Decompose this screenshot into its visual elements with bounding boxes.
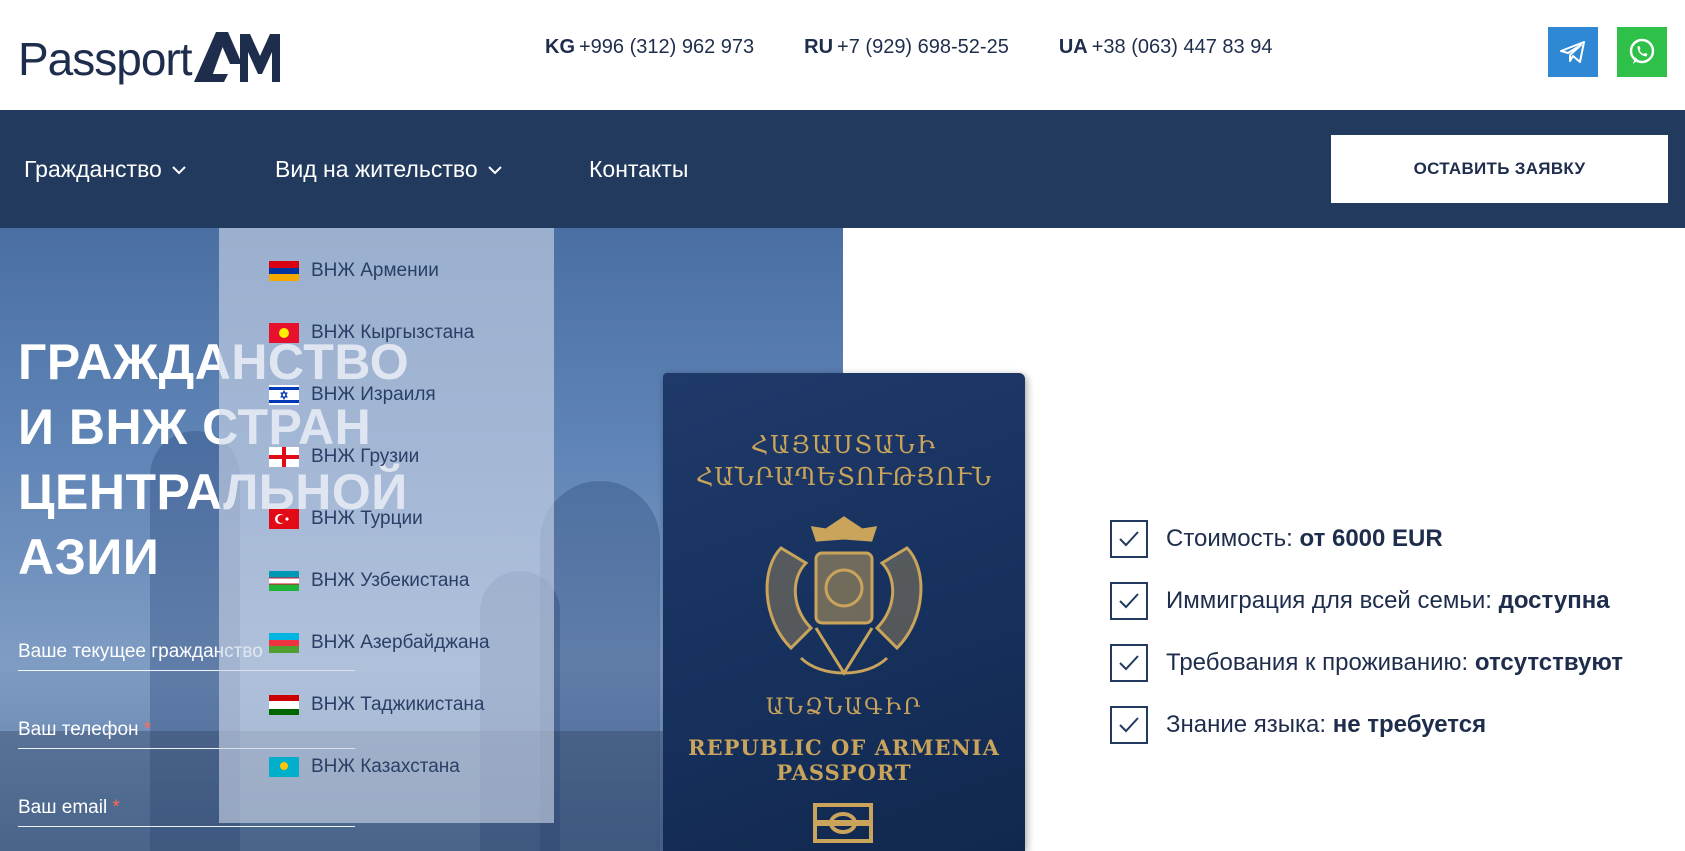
coat-of-arms-icon <box>765 516 923 676</box>
nav-item-label: Вид на жительство <box>275 156 478 182</box>
whatsapp-button[interactable] <box>1617 27 1667 77</box>
feature-value: от 6000 EUR <box>1299 525 1443 552</box>
phone-country-code: RU <box>804 36 834 58</box>
feature-label: Стоимость: <box>1166 525 1293 552</box>
check-icon <box>1110 520 1148 558</box>
logo-mark-icon <box>193 32 280 82</box>
dropdown-item-turkey[interactable]: ВНЖ Турции <box>269 508 423 530</box>
phone-country-code: KG <box>545 36 575 58</box>
dropdown-item-label: ВНЖ Армении <box>311 260 439 281</box>
passport-english-line: PASSPORT <box>776 760 912 785</box>
dropdown-item-label: ВНЖ Турции <box>311 508 423 529</box>
passport-armenian-line: ԱՆՁՆԱԳԻՐ <box>765 695 923 720</box>
required-mark: * <box>143 719 152 740</box>
feature-item-residence: Требования к проживанию: отсутствуют <box>1110 644 1623 682</box>
site-logo[interactable]: Passport <box>18 22 280 82</box>
biometric-chip-icon <box>813 803 873 843</box>
feature-label: Требования к проживанию: <box>1166 649 1469 676</box>
dropdown-item-label: ВНЖ Казахстана <box>311 756 460 777</box>
email-label: Ваш email <box>18 797 108 818</box>
dropdown-item-label: ВНЖ Таджикистана <box>311 694 485 715</box>
feature-label: Знание языка: <box>1166 711 1327 738</box>
dropdown-item-label: ВНЖ Кыргызстана <box>311 322 475 343</box>
passport-armenian-line: ՀԱՆՐԱՊԵՏՈՒԹՅՈՒՆ <box>695 463 992 491</box>
feature-item-family: Иммиграция для всей семьи: доступна <box>1110 582 1610 620</box>
phone-list: KG +996 (312) 962 973 RU +7 (929) 698-52-2… <box>545 36 1272 59</box>
feature-item-cost: Стоимость: от 6000 EUR <box>1110 520 1443 558</box>
azerbaijan-flag-icon <box>269 633 299 653</box>
phone-label: Ваш телефон <box>18 719 139 740</box>
passport-armenian-line: ՀԱՅԱՍՏԱՆԻ <box>750 431 938 459</box>
israel-flag-icon <box>269 385 299 405</box>
telegram-button[interactable] <box>1548 27 1598 77</box>
required-mark: * <box>112 797 120 818</box>
site-header: Passport KG +996 (312) 962 973 RU +7 (929)… <box>0 0 1685 110</box>
dropdown-item-israel[interactable]: ВНЖ Израиля <box>269 384 436 406</box>
chevron-down-icon <box>487 165 502 174</box>
whatsapp-icon <box>1629 38 1655 64</box>
dropdown-item-label: ВНЖ Израиля <box>311 384 436 405</box>
dropdown-item-kazakhstan[interactable]: ВНЖ Казахстана <box>269 756 460 778</box>
nav-item-label: Контакты <box>589 156 689 182</box>
submit-request-button[interactable]: ОСТАВИТЬ ЗАЯВКУ <box>1331 135 1668 203</box>
dropdown-item-label: ВНЖ Узбекистана <box>311 570 470 591</box>
phone-number: +38 (063) 447 83 94 <box>1091 36 1273 58</box>
georgia-flag-icon <box>269 447 299 467</box>
kyrgyzstan-flag-icon <box>269 323 299 343</box>
kazakhstan-flag-icon <box>269 757 299 777</box>
phone-country-code: UA <box>1058 36 1088 58</box>
phone-ru[interactable]: RU +7 (929) 698-52-25 <box>804 36 1009 59</box>
feature-label: Иммиграция для всей семьи: <box>1166 587 1492 614</box>
check-icon <box>1110 582 1148 620</box>
nav-item-residence[interactable]: Вид на жительство <box>275 156 504 183</box>
phone-ua[interactable]: UA +38 (063) 447 83 94 <box>1059 36 1273 59</box>
residence-dropdown-menu: ВНЖ Армении ВНЖ Кыргызстана ВНЖ Израиля … <box>219 228 554 823</box>
feature-value: не требуется <box>1332 711 1487 738</box>
dropdown-item-label: ВНЖ Грузии <box>311 446 420 467</box>
nav-item-contacts[interactable]: Контакты <box>589 156 688 183</box>
dropdown-item-armenia[interactable]: ВНЖ Армении <box>269 260 439 282</box>
nav-item-citizenship[interactable]: Гражданство <box>24 156 188 183</box>
check-icon <box>1110 706 1148 744</box>
passport-english-line: REPUBLIC OF ARMENIA <box>688 735 1000 760</box>
phone-kg[interactable]: KG +996 (312) 962 973 <box>545 36 754 59</box>
feature-value: отсутствуют <box>1474 649 1624 676</box>
dropdown-item-azerbaijan[interactable]: ВНЖ Азербайджана <box>269 632 490 654</box>
armenia-flag-icon <box>269 261 299 281</box>
feature-item-language: Знание языка: не требуется <box>1110 706 1486 744</box>
telegram-icon <box>1560 41 1585 63</box>
tajikistan-flag-icon <box>269 695 299 715</box>
dropdown-item-kyrgyzstan[interactable]: ВНЖ Кыргызстана <box>269 322 474 344</box>
armenian-passport-image: ՀԱՅԱՍՏԱՆԻ ՀԱՆՐԱՊԵՏՈՒԹՅՈՒՆ ԱՆՁՆԱԳԻՐ REPUB… <box>663 373 1025 851</box>
dropdown-item-label: ВНЖ Азербайджана <box>311 632 490 653</box>
nav-item-label: Гражданство <box>24 156 162 182</box>
phone-number: +996 (312) 962 973 <box>579 36 755 58</box>
phone-number: +7 (929) 698-52-25 <box>837 36 1009 58</box>
feature-value: доступна <box>1498 587 1610 614</box>
dropdown-item-uzbekistan[interactable]: ВНЖ Узбекистана <box>269 570 470 592</box>
dropdown-item-tajikistan[interactable]: ВНЖ Таджикистана <box>269 694 485 716</box>
dropdown-item-georgia[interactable]: ВНЖ Грузии <box>269 446 419 468</box>
uzbekistan-flag-icon <box>269 571 299 591</box>
turkey-flag-icon <box>269 509 299 529</box>
chevron-down-icon <box>172 165 186 174</box>
check-icon <box>1110 644 1148 682</box>
logo-text: Passport <box>18 33 193 85</box>
main-nav: Гражданство Вид на жительство Контакты О… <box>0 110 1685 228</box>
